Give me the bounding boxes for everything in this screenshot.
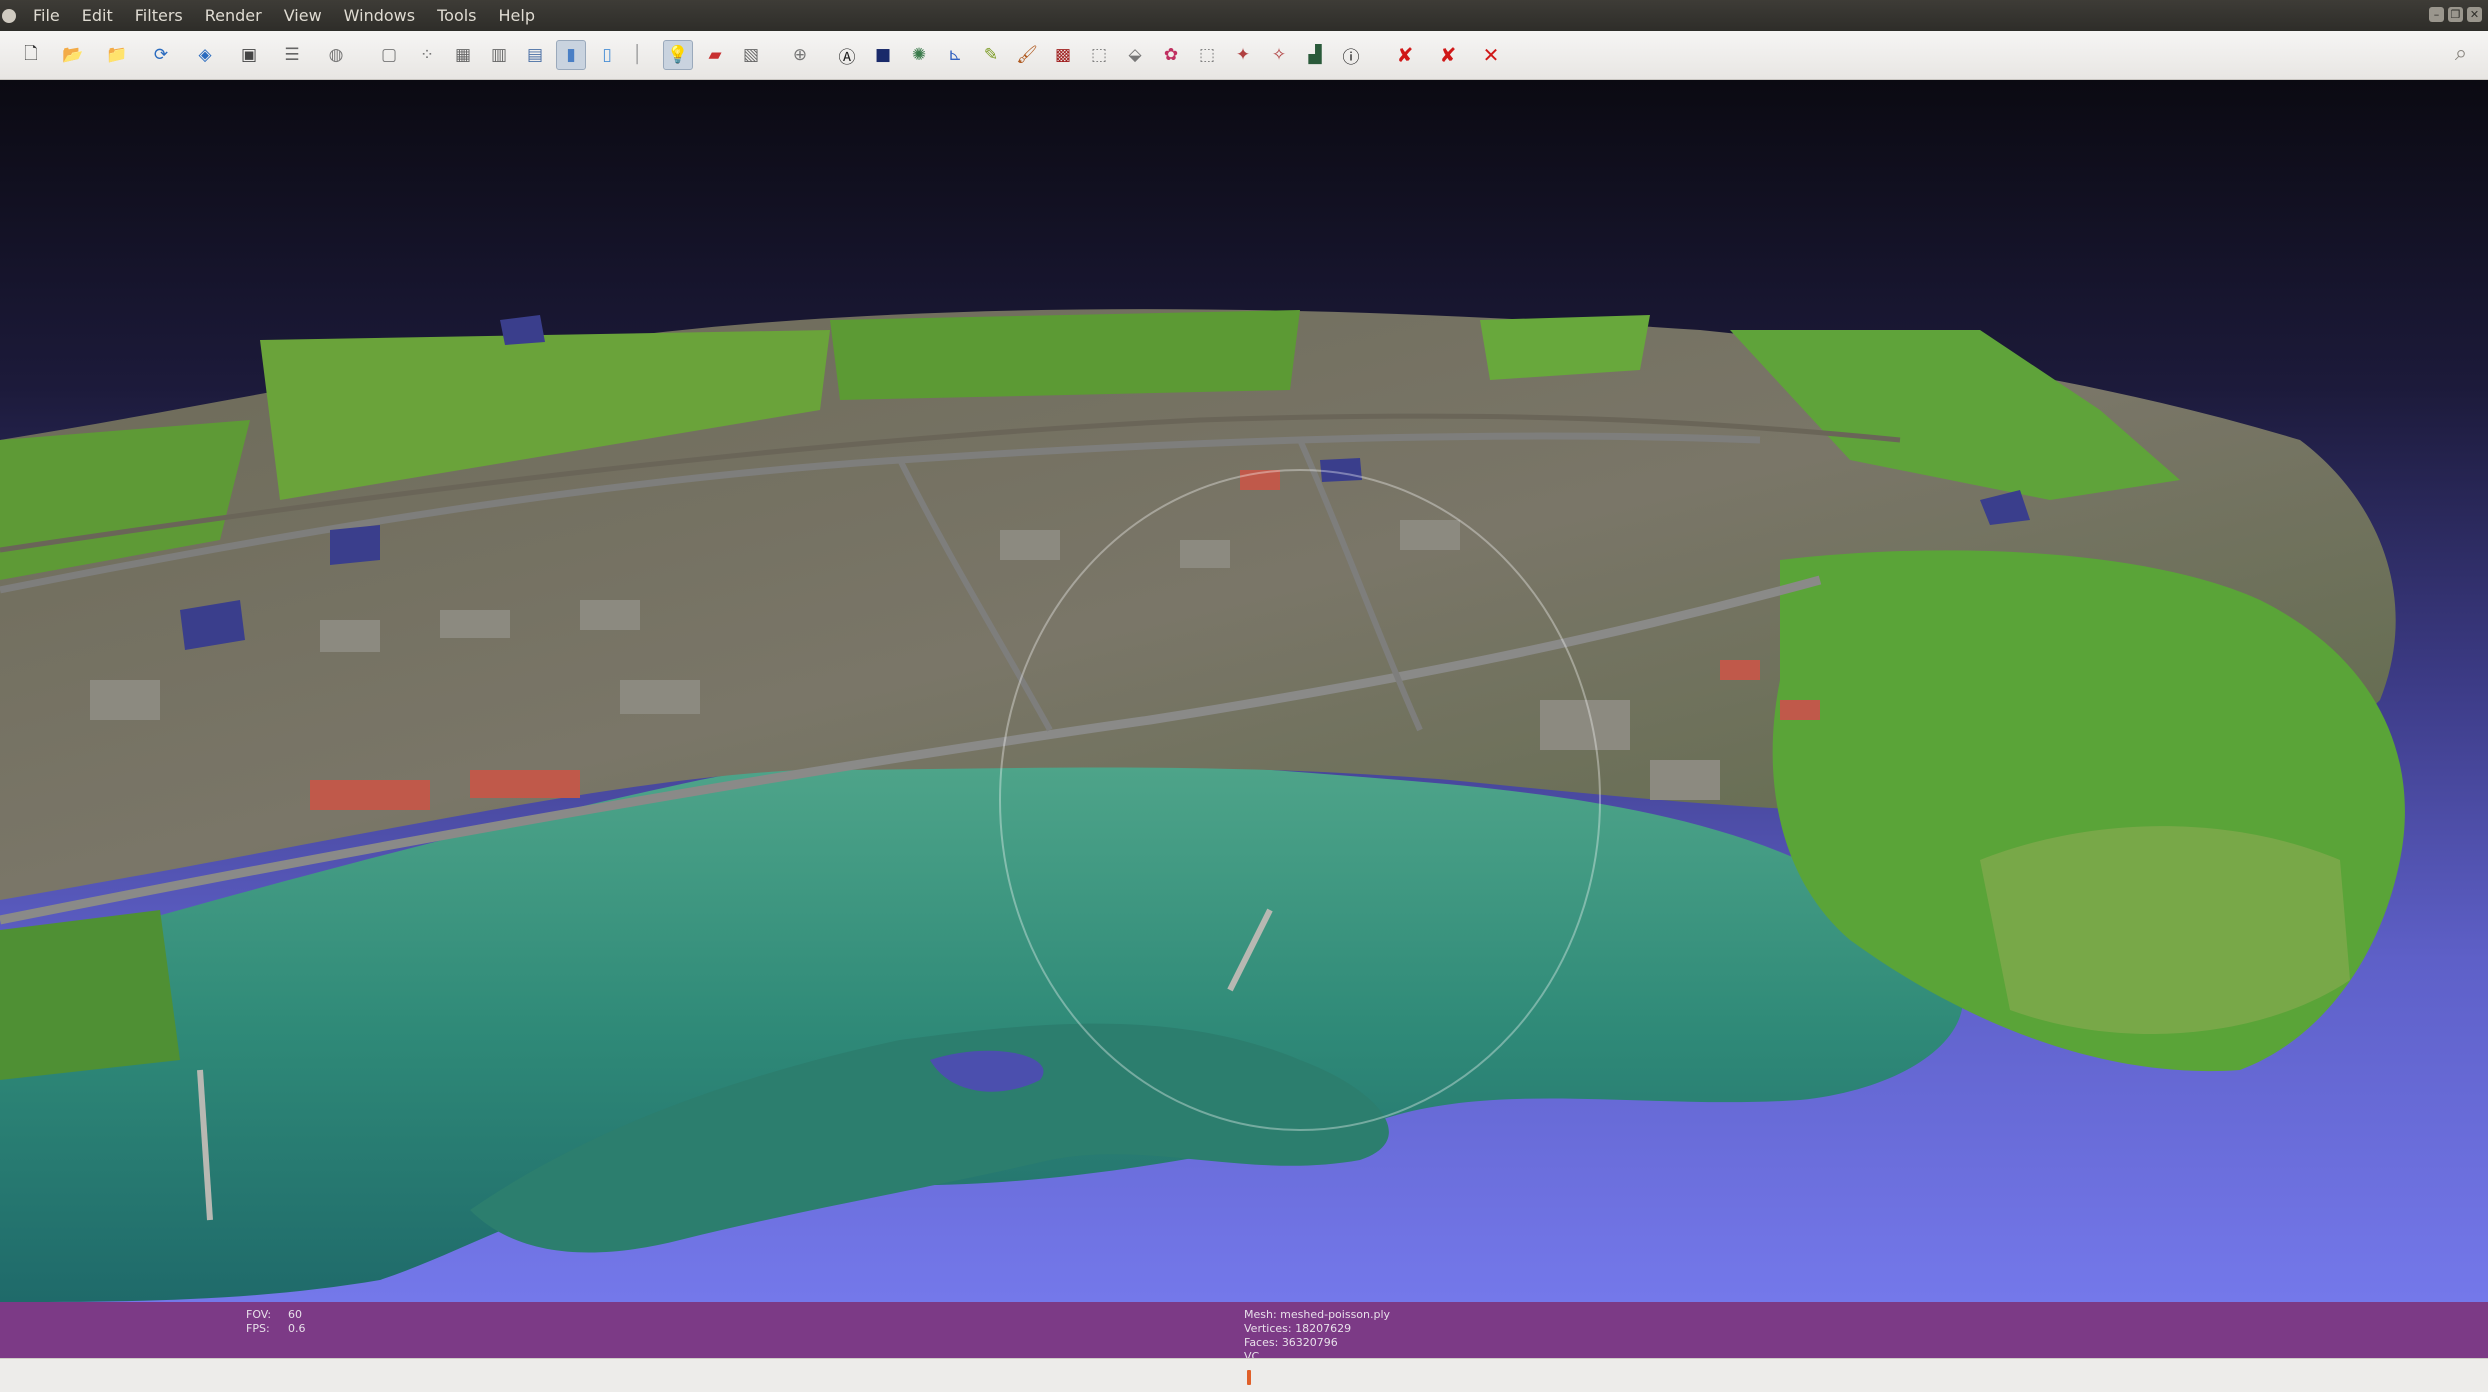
points-icon[interactable]: ⁘: [412, 40, 442, 70]
edit-manipulator-icon[interactable]: ✧: [1264, 40, 1294, 70]
raster-icon[interactable]: ■: [868, 40, 898, 70]
quality-mapper-icon[interactable]: ▟: [1300, 40, 1330, 70]
field-back-right: [1480, 315, 1650, 380]
trackball-icon[interactable]: ⊕: [785, 40, 815, 70]
restore-icon[interactable]: ❐: [2448, 7, 2463, 22]
align-icon[interactable]: ✺: [904, 40, 934, 70]
open-mesh-icon[interactable]: 📁: [102, 40, 132, 70]
delete-faces-icon[interactable]: ✘: [1390, 40, 1420, 70]
new-project-icon[interactable]: 🗋: [16, 40, 46, 70]
delete-vertices-icon[interactable]: ✘: [1433, 40, 1463, 70]
mesh-info-icon[interactable]: ◍: [321, 40, 351, 70]
status-bar: [0, 1358, 2488, 1392]
flat-lines-icon[interactable]: ▤: [520, 40, 550, 70]
app-logo-icon: [2, 8, 16, 23]
search-icon[interactable]: ⌕: [2448, 41, 2474, 67]
vertices-value: 18207629: [1295, 1322, 1352, 1335]
menu-edit[interactable]: Edit: [71, 6, 124, 25]
menu-file[interactable]: File: [22, 6, 71, 25]
minimize-icon[interactable]: –: [2429, 7, 2444, 22]
edit-reference-icon[interactable]: ✦: [1228, 40, 1258, 70]
fps-value: 0.6: [288, 1322, 306, 1335]
mesh-name: meshed-poisson.ply: [1280, 1308, 1391, 1321]
mesh-label: Mesh:: [1244, 1308, 1277, 1321]
pick-points-icon[interactable]: ✎: [976, 40, 1006, 70]
select-vertices-icon[interactable]: ⬙: [1120, 40, 1150, 70]
vertices-label: Vertices:: [1244, 1322, 1292, 1335]
info-bar: FOV: 60 FPS: 0.6 Mesh: meshed-poisson.ply …: [0, 1302, 2488, 1363]
mesh-render: [0, 309, 2405, 1302]
hidden-lines-icon[interactable]: ▥: [484, 40, 514, 70]
menu-bar: File Edit Filters Render View Windows To…: [0, 0, 2488, 31]
farmland-stripes: [1980, 826, 2350, 1034]
measure-icon[interactable]: ⊾: [940, 40, 970, 70]
3d-viewport[interactable]: [0, 80, 2488, 1302]
window-controls: – ❐ ✕: [2429, 7, 2482, 22]
screenshot-icon[interactable]: ▣: [234, 40, 264, 70]
lighting-icon[interactable]: 💡: [663, 40, 693, 70]
camera-info: FOV: 60 FPS: 0.6: [246, 1308, 306, 1336]
faces-value: 36320796: [1281, 1336, 1338, 1349]
double-lighting-icon[interactable]: ▰: [700, 40, 730, 70]
field-back-center: [830, 310, 1300, 400]
menu-windows[interactable]: Windows: [333, 6, 426, 25]
faces-label: Faces:: [1244, 1336, 1279, 1349]
wireframe-icon[interactable]: ▦: [448, 40, 478, 70]
annotate-icon[interactable]: Ⓐ: [832, 40, 862, 70]
bbox-icon[interactable]: ▢: [374, 40, 404, 70]
flat-icon[interactable]: ▧: [736, 40, 766, 70]
progress-indicator: [1247, 1370, 1251, 1385]
fps-label: FPS:: [246, 1322, 270, 1335]
menu-help[interactable]: Help: [488, 6, 546, 25]
texture-icon[interactable]: ▯: [592, 40, 622, 70]
reload-icon[interactable]: ⟳: [146, 40, 176, 70]
smooth-icon[interactable]: ▮: [556, 40, 586, 70]
close-icon[interactable]: ✕: [2467, 7, 2482, 22]
menu-render[interactable]: Render: [194, 6, 273, 25]
paint-icon[interactable]: 🖌: [1012, 40, 1042, 70]
delete-all-icon[interactable]: ✕: [1476, 40, 1506, 70]
field-bottom-left: [0, 910, 180, 1080]
select-area-icon[interactable]: ⬚: [1192, 40, 1222, 70]
info-icon[interactable]: ⓘ: [1336, 40, 1366, 70]
fov-label: FOV:: [246, 1308, 272, 1321]
menu-tools[interactable]: Tools: [426, 6, 487, 25]
fov-value: 60: [288, 1308, 302, 1321]
mesh-info: Mesh: meshed-poisson.ply Vertices: 18207…: [1244, 1308, 1390, 1364]
select-faces-icon[interactable]: ⬚: [1084, 40, 1114, 70]
z-paint-icon[interactable]: ▩: [1048, 40, 1078, 70]
layers-icon[interactable]: ☰: [277, 40, 307, 70]
save-snapshot-icon[interactable]: ◈: [190, 40, 220, 70]
toolbar: 🗋 📂 📁 ⟳ ◈ ▣ ☰ ◍ ▢ ⁘ ▦ ▥ ▤ ▮ ▯ ▏ 💡 ▰ ▧ ⊕ …: [0, 31, 2488, 80]
open-project-icon[interactable]: 📂: [58, 40, 88, 70]
select-connected-icon[interactable]: ✿: [1156, 40, 1186, 70]
backface-icon[interactable]: ▏: [628, 40, 658, 70]
menu-filters[interactable]: Filters: [124, 6, 194, 25]
menu-view[interactable]: View: [273, 6, 333, 25]
